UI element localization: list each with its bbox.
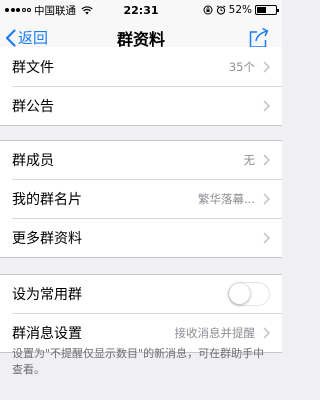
row-label: 群消息设置 [12, 325, 82, 342]
alarm-icon [216, 5, 225, 15]
battery-level-fill [257, 7, 267, 13]
share-icon[interactable] [248, 27, 270, 49]
battery-percent: 52% [228, 4, 252, 16]
row-label: 群成员 [12, 152, 54, 169]
group-settings-section: 设为常用群 群消息设置 接收消息并提醒 [0, 274, 282, 352]
row-value: 无 [243, 152, 256, 167]
row-group-members[interactable]: 群成员 无 [0, 140, 282, 179]
row-label: 设为常用群 [12, 286, 82, 303]
back-button[interactable]: 返回 [0, 27, 48, 48]
row-set-favorite: 设为常用群 [0, 274, 282, 313]
message-settings-footnote: 设置为"不提醒仅显示数目"的新消息，可在群助手中查看。 [12, 347, 265, 376]
chevron-right-icon [263, 153, 270, 166]
chevron-right-icon [263, 99, 270, 112]
back-button-label: 返回 [18, 29, 49, 47]
wifi-icon [81, 5, 93, 14]
toggle-knob [229, 282, 250, 304]
status-bar: 中国联通 22:31 52% [0, 0, 282, 20]
carrier-name: 中国联通 [34, 4, 76, 17]
chevron-left-icon [5, 28, 16, 47]
row-value: 接收消息并提醒 [174, 325, 256, 340]
rotation-lock-icon [203, 5, 213, 15]
row-more-group-info[interactable]: 更多群资料 [0, 218, 282, 257]
row-value: 35个 [228, 59, 255, 74]
favorite-group-toggle[interactable] [228, 281, 270, 306]
group-members-section: 群成员 无 我的群名片 繁华落幕... 更多群资料 [0, 140, 282, 257]
row-label: 我的群名片 [12, 191, 82, 208]
signal-strength-icon [5, 8, 31, 12]
group-files-section: 群文件 35个 群公告 [0, 47, 282, 125]
row-my-group-card[interactable]: 我的群名片 繁华落幕... [0, 179, 282, 218]
row-label: 更多群资料 [12, 230, 82, 247]
row-label: 群公告 [12, 98, 54, 115]
chevron-right-icon [263, 60, 270, 73]
row-value: 繁华落幕... [198, 191, 255, 206]
row-group-announcement[interactable]: 群公告 [0, 86, 282, 125]
chevron-right-icon [263, 231, 270, 244]
chevron-right-icon [263, 192, 270, 205]
row-label: 群文件 [12, 59, 54, 76]
battery-icon [255, 5, 279, 15]
row-group-files[interactable]: 群文件 35个 [0, 47, 282, 86]
chevron-right-icon [263, 326, 270, 339]
